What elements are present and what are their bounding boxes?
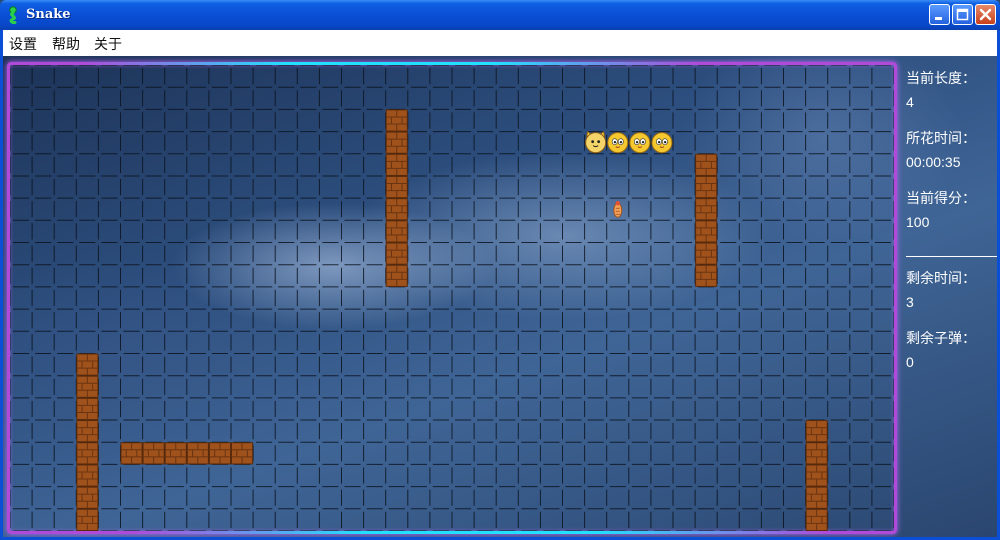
snake-icon xyxy=(9,6,17,24)
wall-block xyxy=(385,131,408,154)
wall-block xyxy=(385,220,408,243)
wall-block xyxy=(76,442,99,465)
wall-block xyxy=(385,153,408,176)
wall-block xyxy=(805,486,828,509)
wall-block xyxy=(385,264,408,287)
remaining-bullets-value: 0 xyxy=(906,354,914,370)
elapsed-time-label: 所花时间： xyxy=(906,130,976,146)
score-value: 100 xyxy=(906,214,930,230)
wall-block xyxy=(695,242,718,265)
wall-block xyxy=(76,420,99,443)
menu-help[interactable]: 帮助 xyxy=(52,34,80,54)
board-grid xyxy=(10,65,894,531)
length-label: 当前长度： xyxy=(906,70,976,86)
wall-block xyxy=(76,353,99,376)
maximize-icon xyxy=(956,8,969,21)
wall-block xyxy=(76,508,99,531)
wall-block xyxy=(695,264,718,287)
stats-divider xyxy=(906,256,997,257)
wall-block xyxy=(120,442,143,465)
menu-settings[interactable]: 设置 xyxy=(9,34,37,54)
wall-block xyxy=(805,508,828,531)
wall-block xyxy=(385,109,408,132)
window-title: Snake xyxy=(26,7,71,22)
elapsed-time-value: 00:00:35 xyxy=(906,154,961,170)
remaining-bullets-label: 剩余子弹： xyxy=(906,330,976,346)
wall-block xyxy=(385,242,408,265)
wall-block xyxy=(385,198,408,221)
wall-block xyxy=(231,442,254,465)
remaining-time-label: 剩余时间： xyxy=(906,270,976,286)
wall-block xyxy=(76,486,99,509)
game-board[interactable] xyxy=(7,62,897,534)
game-window-content: 当前长度： 4 所花时间： 00:00:35 当前得分： 100 剩余时间： 3… xyxy=(0,56,1000,540)
wall-block xyxy=(164,442,187,465)
wall-block xyxy=(805,464,828,487)
wall-block xyxy=(208,442,231,465)
wall-block xyxy=(695,198,718,221)
wall-block xyxy=(695,220,718,243)
wall-block xyxy=(76,375,99,398)
score-label: 当前得分： xyxy=(906,190,976,206)
minimize-icon xyxy=(935,17,942,20)
food-icon xyxy=(613,201,623,218)
title-bar[interactable]: Snake xyxy=(0,0,1000,30)
snake-head xyxy=(585,130,607,154)
close-button[interactable] xyxy=(975,4,996,25)
menu-bar: 设置 帮助 关于 xyxy=(0,30,1000,56)
wall-block xyxy=(142,442,165,465)
board-bottom-glow xyxy=(130,531,830,534)
wall-block xyxy=(76,464,99,487)
snake-body-segment xyxy=(651,132,673,154)
wall-block xyxy=(385,175,408,199)
grid-lines xyxy=(10,65,894,531)
snake-body-segment xyxy=(607,132,629,154)
maximize-button[interactable] xyxy=(952,4,973,25)
snake-body-segment xyxy=(629,132,651,154)
wall-block xyxy=(695,175,718,199)
menu-about[interactable]: 关于 xyxy=(94,34,122,54)
length-value: 4 xyxy=(906,94,914,110)
wall-block xyxy=(805,442,828,465)
close-icon xyxy=(979,8,992,21)
wall-block xyxy=(695,153,718,176)
remaining-time-value: 3 xyxy=(906,294,914,310)
wall-block xyxy=(805,420,828,443)
minimize-button[interactable] xyxy=(929,4,950,25)
wall-block xyxy=(76,397,99,421)
wall-block xyxy=(186,442,209,465)
